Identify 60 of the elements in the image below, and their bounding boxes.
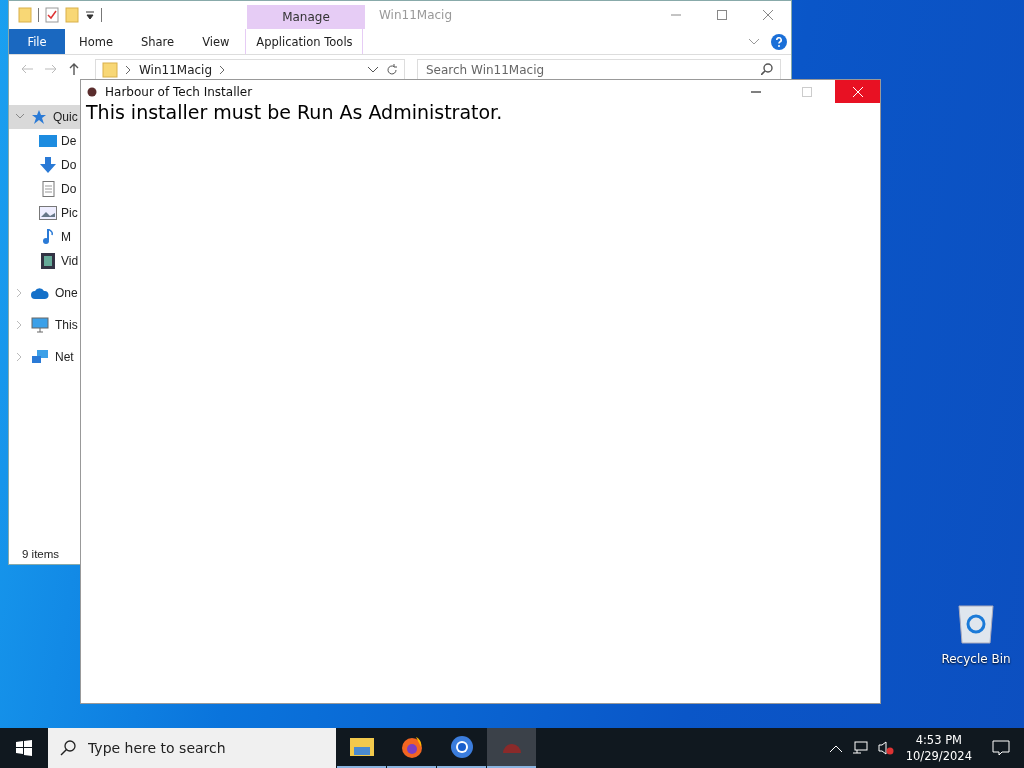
film-icon [39, 253, 57, 269]
nav-item[interactable]: Do [9, 177, 80, 201]
network-icon [31, 349, 49, 365]
desktop-icon-label[interactable]: Recycle Bin [941, 652, 1011, 666]
star-icon [31, 109, 47, 125]
notification-icon[interactable] [992, 740, 1010, 756]
nav-item[interactable]: One [9, 281, 80, 305]
status-text: 9 items [21, 548, 61, 562]
clock-time[interactable]: 4:53 PM [915, 733, 962, 747]
chevron-down-icon[interactable] [15, 114, 25, 120]
search-icon [60, 740, 76, 756]
folder-icon [102, 61, 118, 78]
nav-item[interactable]: Vid [9, 249, 80, 273]
download-arrow-icon [39, 157, 57, 173]
windows-icon[interactable] [16, 740, 32, 756]
ribbon-tab[interactable]: View [188, 29, 244, 54]
ribbon-tab[interactable]: Home [65, 29, 127, 54]
nav-item[interactable]: Quic [9, 105, 80, 129]
search-icon[interactable] [761, 63, 773, 75]
recycle-bin-icon[interactable] [956, 602, 996, 644]
taskbar-search-field[interactable]: Type here to search [48, 728, 336, 768]
properties-icon[interactable] [45, 7, 59, 23]
dropdown-icon[interactable] [368, 66, 378, 73]
browser-icon[interactable] [399, 735, 424, 759]
nav-item[interactable]: Pic [9, 201, 80, 225]
nav-item[interactable]: M [9, 225, 80, 249]
message-text: This installer must be Run As Administrator. [85, 101, 504, 123]
help-icon[interactable] [771, 33, 787, 50]
nav-item[interactable]: De [9, 129, 80, 153]
chevron-right-icon [126, 65, 131, 74]
document-icon [39, 181, 57, 197]
up-icon[interactable] [69, 63, 79, 75]
chevron-right-icon [220, 65, 226, 74]
maximize-icon[interactable] [717, 10, 727, 20]
nav-item[interactable]: This [9, 313, 80, 337]
desktop-icon [39, 134, 57, 148]
computer-icon [31, 317, 49, 333]
browser-icon[interactable] [449, 735, 474, 759]
window-title: Harbour of Tech Installer [105, 84, 253, 99]
refresh-icon[interactable] [386, 63, 398, 76]
ribbon-tab[interactable]: File [9, 29, 65, 54]
muted-speaker-icon[interactable] [877, 741, 894, 755]
ribbon-tab[interactable]: Application Tools [245, 29, 364, 54]
nav-item[interactable]: Net [9, 345, 80, 369]
clock-date[interactable]: 10/29/2024 [905, 749, 972, 763]
caret-up-icon[interactable] [829, 744, 842, 752]
ribbon-tab[interactable]: Share [126, 29, 189, 54]
network-icon[interactable] [851, 741, 868, 755]
window-title: Win11Macig [379, 8, 453, 22]
breadcrumb[interactable]: Win11Macig [139, 62, 213, 77]
app-icon [87, 86, 97, 97]
search-field[interactable]: Search Win11Macig [417, 59, 781, 79]
folder-icon[interactable] [349, 737, 374, 757]
dropdown-icon[interactable] [85, 10, 95, 20]
context-tab-header: Manage [247, 5, 365, 29]
close-icon[interactable] [763, 10, 773, 20]
cloud-icon [31, 287, 49, 299]
chevron-icon[interactable] [749, 38, 759, 45]
nav-item[interactable]: Do [9, 153, 80, 177]
picture-frame-icon [39, 206, 57, 220]
